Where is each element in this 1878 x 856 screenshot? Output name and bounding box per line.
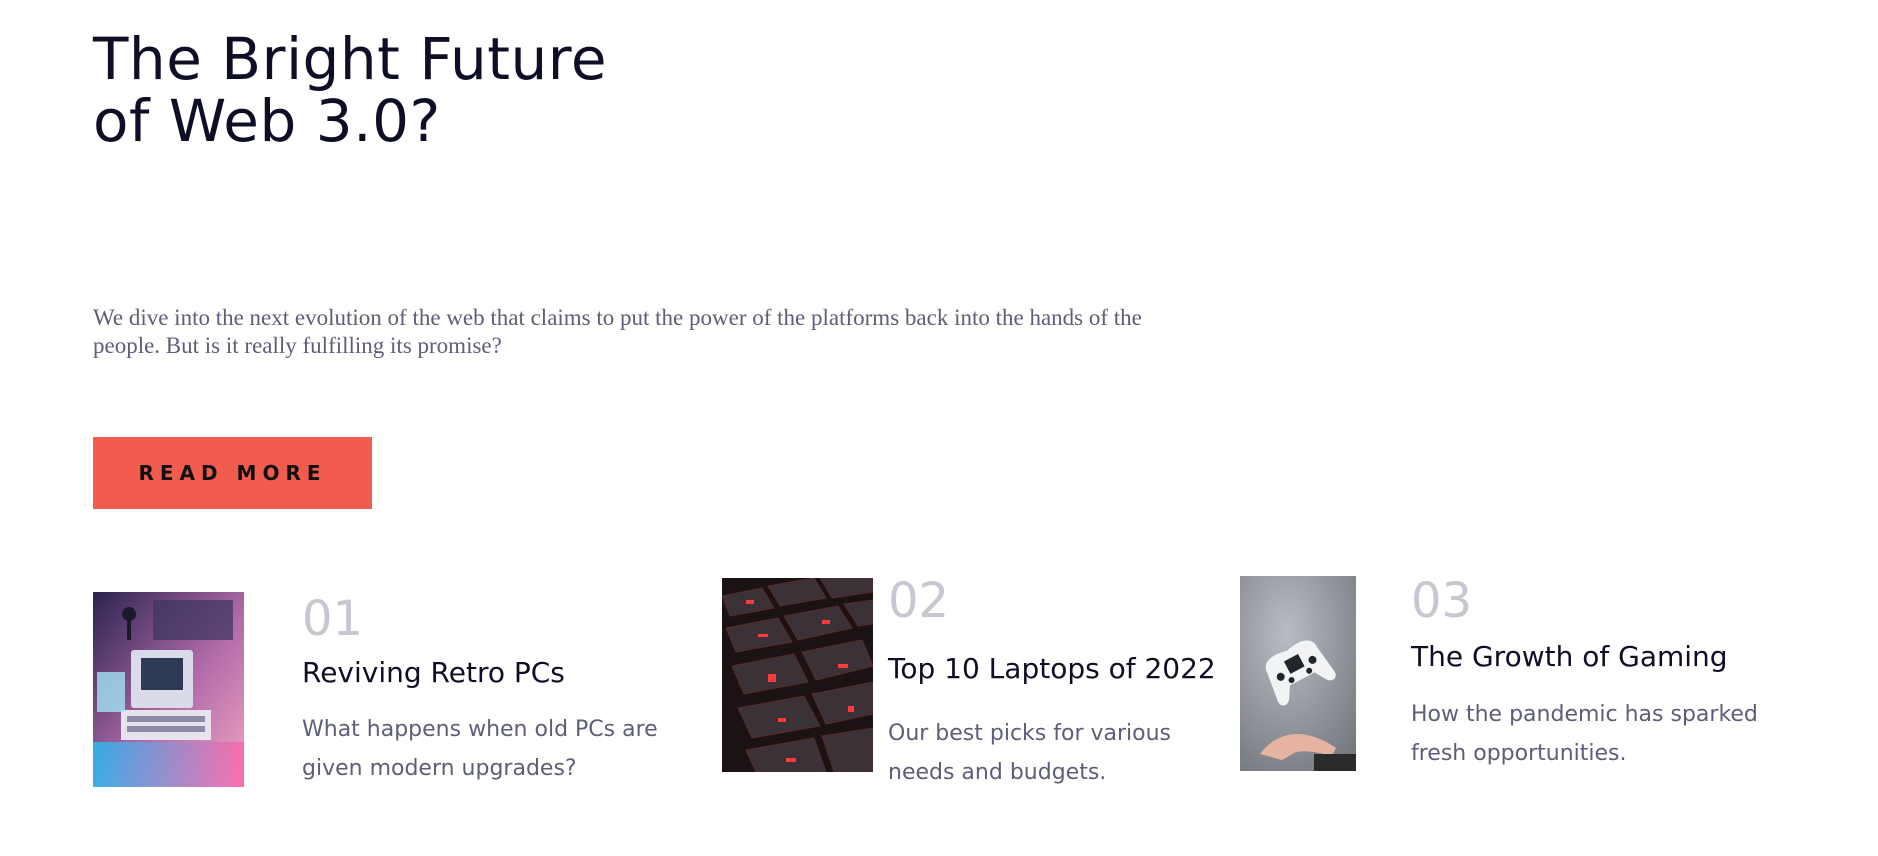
game-controller-thumbnail[interactable]: [1240, 576, 1356, 771]
post-title[interactable]: Top 10 Laptops of 2022: [888, 652, 1216, 686]
hero-title: The Bright Future of Web 3.0?: [93, 25, 608, 155]
post-number: 02: [888, 573, 950, 629]
post-description: What happens when old PCs are given mode…: [302, 717, 658, 781]
post-title[interactable]: The Growth of Gaming: [1411, 640, 1728, 674]
post-number: 01: [302, 591, 364, 647]
post-description: How the pandemic has sparked fresh oppor…: [1411, 702, 1758, 766]
read-more-button[interactable]: READ MORE: [93, 437, 372, 509]
laptop-keyboard-thumbnail[interactable]: [722, 578, 873, 772]
hero-description: We dive into the next evolution of the w…: [93, 305, 1142, 358]
post-number: 03: [1411, 573, 1473, 629]
post-title[interactable]: Reviving Retro PCs: [302, 656, 565, 690]
retro-pc-thumbnail[interactable]: [93, 592, 244, 787]
post-description: Our best picks for various needs and bud…: [888, 721, 1172, 785]
